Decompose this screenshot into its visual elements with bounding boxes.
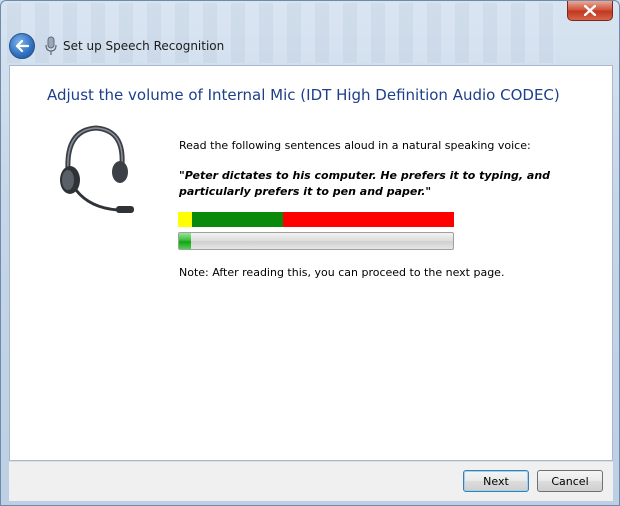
headset-microphone-icon [50,124,140,224]
cancel-button[interactable]: Cancel [537,470,603,492]
level-segment-low [178,212,192,227]
volume-progress-fill [179,233,192,249]
navigation-bar: Set up Speech Recognition [9,31,569,61]
instruction-text: Read the following sentences aloud in a … [179,139,531,152]
volume-progress-bar [178,232,454,250]
back-arrow-icon [15,40,29,52]
note-text: Note: After reading this, you can procee… [179,266,505,279]
close-icon [584,5,596,16]
sentence-to-read: "Peter dictates to his computer. He pref… [179,169,551,198]
close-button[interactable] [567,1,613,21]
next-button[interactable]: Next [463,470,529,492]
volume-level-meter [178,212,454,227]
page-title: Adjust the volume of Internal Mic (IDT H… [47,86,560,104]
back-button[interactable] [9,33,35,59]
wizard-footer: Next Cancel [9,461,613,501]
microphone-icon [45,36,57,56]
window-frame: Set up Speech Recognition Adjust the vol… [0,0,620,506]
level-segment-good [191,212,283,227]
wizard-content: Adjust the volume of Internal Mic (IDT H… [9,65,613,461]
level-segment-loud [282,212,454,227]
window-title: Set up Speech Recognition [63,39,225,53]
